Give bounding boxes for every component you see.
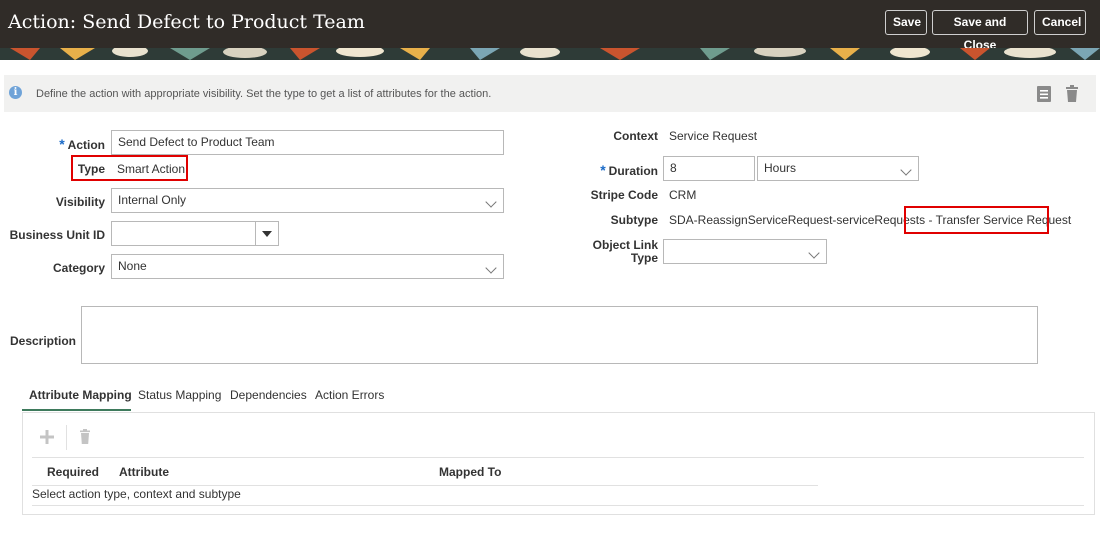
- business-unit-dropdown-button[interactable]: [255, 221, 279, 246]
- trash-icon[interactable]: [1064, 85, 1080, 103]
- caret-down-icon: [262, 231, 272, 237]
- category-label: Category: [52, 261, 105, 275]
- decorative-banner: [0, 48, 1100, 60]
- visibility-label: Visibility: [55, 195, 105, 209]
- action-label: * Action: [59, 136, 105, 152]
- table-bottom-border: [32, 505, 1084, 506]
- toolbar-divider: [66, 425, 67, 450]
- description-textarea[interactable]: [81, 306, 1038, 364]
- category-value: None: [118, 259, 147, 273]
- visibility-select[interactable]: Internal Only: [111, 188, 504, 213]
- tab-action-errors[interactable]: Action Errors: [315, 388, 384, 402]
- duration-input[interactable]: 8: [663, 156, 755, 181]
- active-tab-indicator: [22, 409, 131, 411]
- table-header-border: [32, 485, 818, 486]
- save-and-close-button[interactable]: Save and Close: [932, 10, 1028, 52]
- chevron-down-icon: [808, 247, 820, 259]
- subtype-highlight-box: [904, 206, 1049, 234]
- description-label-text: Description: [9, 334, 76, 348]
- action-name-input[interactable]: Send Defect to Product Team: [111, 130, 504, 155]
- trash-icon[interactable]: [79, 429, 91, 444]
- duration-label: * Duration: [600, 162, 658, 178]
- column-header-mapped-to: Mapped To: [439, 465, 502, 479]
- column-header-required: Required: [47, 465, 100, 479]
- chevron-down-icon: [485, 262, 497, 274]
- context-value: Service Request: [669, 129, 758, 143]
- visibility-value: Internal Only: [118, 193, 187, 207]
- chevron-down-icon: [485, 196, 497, 208]
- type-highlight-box: [71, 155, 188, 181]
- chevron-down-icon: [900, 164, 912, 176]
- info-icon: i: [9, 86, 22, 99]
- required-marker: *: [59, 136, 65, 152]
- object-link-type-select[interactable]: [663, 239, 827, 264]
- tab-dependencies[interactable]: Dependencies: [230, 388, 307, 402]
- column-header-attribute: Attribute: [119, 465, 169, 479]
- stripe-code-value: CRM: [669, 188, 697, 202]
- cancel-button[interactable]: Cancel: [1034, 10, 1086, 35]
- business-unit-label: Business Unit ID: [9, 228, 105, 242]
- duration-unit-value: Hours: [764, 161, 797, 175]
- add-icon[interactable]: [40, 430, 54, 444]
- subtype-label: Subtype: [610, 213, 658, 227]
- category-select[interactable]: None: [111, 254, 504, 279]
- table-empty-message: Select action type, context and subtype: [32, 487, 241, 501]
- info-bar: i Define the action with appropriate vis…: [4, 75, 1096, 112]
- document-list-icon[interactable]: [1036, 85, 1052, 103]
- table-top-border: [32, 457, 1084, 458]
- business-unit-input[interactable]: [111, 221, 256, 246]
- info-text: Define the action with appropriate visib…: [36, 88, 492, 100]
- required-marker: *: [600, 162, 606, 178]
- page-header: Action: Send Defect to Product Team Save…: [0, 0, 1100, 52]
- stripe-code-label: Stripe Code: [590, 188, 658, 202]
- tab-attribute-mapping[interactable]: Attribute Mapping: [29, 388, 132, 402]
- context-label: Context: [613, 129, 658, 143]
- duration-unit-select[interactable]: Hours: [757, 156, 919, 181]
- save-button[interactable]: Save: [885, 10, 927, 35]
- page-title: Action: Send Defect to Product Team: [8, 11, 365, 33]
- tab-status-mapping[interactable]: Status Mapping: [138, 388, 221, 402]
- banner-pattern: [0, 48, 1100, 60]
- object-link-type-label: Object Link Type: [592, 238, 658, 265]
